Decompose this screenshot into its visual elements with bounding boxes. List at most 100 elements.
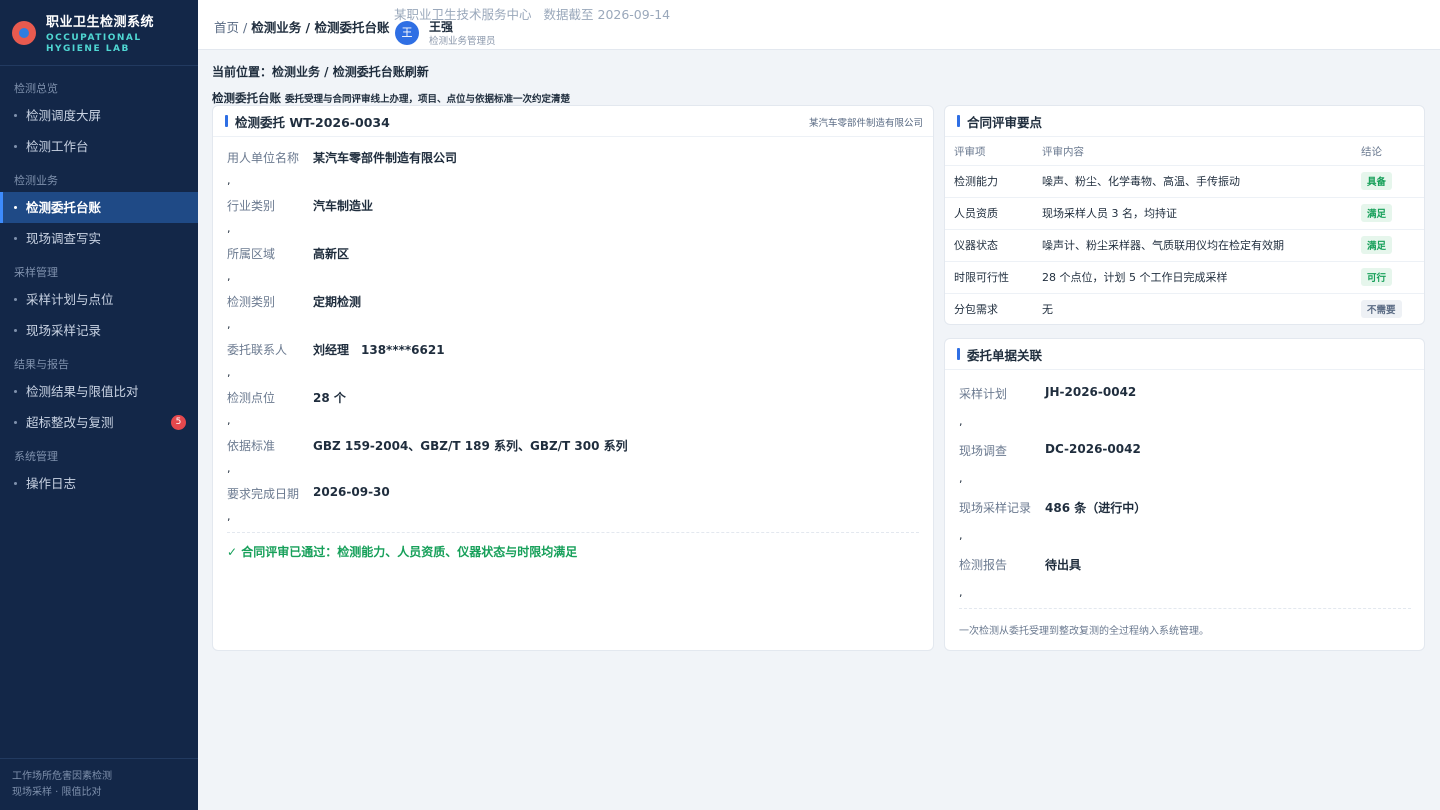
review-result-cell: 满足 [1352,197,1424,230]
review-item: 仪器状态 [945,229,1033,262]
field-separator: , [959,472,963,485]
review-content: 28 个点位，计划 5 个工作日完成采样 [1033,261,1352,294]
bullet-icon [14,114,17,117]
review-item: 检测能力 [945,165,1033,198]
breadcrumb: 首页 / 检测业务 / 检测委托台账 [214,17,389,36]
linked-docs-note: 一次检测从委托受理到整改复测的全过程纳入系统管理。 [959,626,1209,637]
review-content: 现场采样人员 3 名，均持证 [1033,197,1352,230]
sidebar-item-label: 现场采样记录 [26,323,102,338]
bullet-icon [14,482,17,485]
status-badge: 可行 [1361,268,1393,286]
notification-badge: 5 [171,415,186,430]
entrust-card-header: 检测委托 WT-2026-0034 某汽车零部件制造有限公司 [213,106,933,137]
table-row: 仪器状态 噪声计、粉尘采样器、气质联用仪均在检定有效期 满足 [945,229,1424,262]
sidebar-item-sampling-records[interactable]: 现场采样记录 [0,315,198,346]
bullet-icon [14,329,17,332]
sidebar-item-label: 采样计划与点位 [26,292,114,307]
title-bar-icon [957,115,960,127]
brand-logo-icon [12,20,36,45]
field-separator: , [227,174,231,187]
field-label: 检测类别 [227,295,276,309]
linked-docs-card: 委托单据关联 采样计划 JH-2026-0042 , 现场调查 DC-2026-00… [944,338,1425,651]
field-value: 高新区 [313,247,350,261]
link-label: 现场调查 [959,444,1008,458]
sidebar-footer: 工作场所危害因素检测 现场采样 · 限值比对 [0,758,198,810]
review-item: 人员资质 [945,197,1033,230]
field-separator: , [227,270,231,283]
review-item: 分包需求 [954,303,998,317]
table-row: 检测能力 噪声、粉尘、化学毒物、高温、手传振动 具备 [945,165,1424,198]
review-table: 评审项 评审内容 结论 检测能力 噪声、粉尘、化学毒物、高温、手传振动 具备 人… [945,138,1424,325]
title-bar-icon [225,115,228,127]
brand-sub-line-2: HYGIENE LAB [46,43,130,54]
bullet-icon [14,390,17,393]
sidebar-item-rectify-retest[interactable]: 超标整改与复测 5 [0,407,198,438]
table-header-row: 评审项 评审内容 结论 [945,138,1424,166]
breadcrumb-separator: / [243,20,248,35]
review-card-header: 合同评审要点 [945,106,1424,137]
field-label: 委托联系人 [227,343,288,357]
link-value: DC-2026-0042 [1045,442,1141,456]
table-row: 人员资质 现场采样人员 3 名，均持证 满足 [945,197,1424,230]
field-separator: , [227,318,231,331]
field-separator: , [959,529,963,542]
brand: 职业卫生检测系统 OCCUPATIONAL HYGIENE LAB [0,0,198,66]
review-item: 时限可行性 [945,261,1033,294]
bullet-icon [14,145,17,148]
field-value: 刘经理 138****6621 [313,343,445,357]
sidebar-item-op-log[interactable]: 操作日志 [0,468,198,499]
bullet-icon [14,298,17,301]
brand-sub-line-1: OCCUPATIONAL [46,32,142,43]
review-result-cell: 具备 [1352,165,1424,198]
field-label: 要求完成日期 [227,487,300,501]
title-bar-icon [957,348,960,360]
link-label: 现场采样记录 [959,501,1032,515]
sidebar-item-sampling-plan[interactable]: 采样计划与点位 [0,284,198,315]
field-label: 检测点位 [227,391,276,405]
data-date: 数据截至 2026-09-14 [543,7,671,22]
sidebar-item-label: 检测工作台 [26,139,89,154]
field-separator: , [959,415,963,428]
field-value: 汽车制造业 [313,199,374,213]
status-badge: 满足 [1361,236,1393,254]
field-label: 用人单位名称 [227,151,300,165]
sidebar-footer-line-2: 现场采样 · 限值比对 [12,787,102,798]
entrust-card: 检测委托 WT-2026-0034 某汽车零部件制造有限公司 用人单位名称 某汽车… [212,105,934,651]
page-title-desc: 委托受理与合同评审线上办理，项目、点位与依据标准一次约定清楚 [285,94,571,105]
divider [227,532,919,533]
field-separator: , [227,366,231,379]
column-header: 结论 [1352,138,1424,166]
breadcrumb-current: 检测业务 / 检测委托台账 [251,20,390,35]
field-value: 28 个 [313,391,346,405]
table-row: 时限可行性 28 个点位，计划 5 个工作日完成采样 可行 [945,261,1424,294]
page-title-text: 检测委托台账 [212,91,281,105]
sidebar-item-workbench[interactable]: 检测工作台 [0,131,198,162]
status-badge: 不需要 [1361,300,1402,319]
sidebar-item-label: 检测委托台账 [26,200,102,215]
bullet-icon [14,206,17,209]
breadcrumb-home[interactable]: 首页 [214,20,239,35]
sidebar-item-entrust-ledger[interactable]: 检测委托台账 [0,192,198,223]
brand-text: 职业卫生检测系统 OCCUPATIONAL HYGIENE LAB [46,11,154,55]
sidebar-item-limit-compare[interactable]: 检测结果与限值比对 [0,376,198,407]
sidebar-item-label: 现场调查写实 [26,231,102,246]
sidebar-item-dispatch-screen[interactable]: 检测调度大屏 [0,100,198,131]
column-header: 评审项 [945,138,1033,166]
status-badge: 具备 [1361,172,1393,190]
field-separator: , [227,222,231,235]
top-header: 首页 / 检测业务 / 检测委托台账 某职业卫生技术服务中心 数据截至 2026-… [198,0,1440,50]
field-separator: , [959,586,963,599]
field-value: 2026-09-30 [313,485,390,499]
sidebar-item-site-survey[interactable]: 现场调查写实 [0,223,198,254]
review-content: 噪声、粉尘、化学毒物、高温、手传振动 [1033,165,1352,198]
nav-group-sampling: 采样管理 [14,266,58,279]
sidebar-item-label: 检测结果与限值比对 [26,384,139,399]
entrust-company-tag: 某汽车零部件制造有限公司 [808,118,923,129]
link-value: JH-2026-0042 [1045,385,1137,399]
linked-docs-title: 委托单据关联 [967,347,1043,363]
sidebar-footer-line-1: 工作场所危害因素检测 [12,771,112,782]
review-content: 噪声计、粉尘采样器、气质联用仪均在检定有效期 [1033,229,1352,262]
avatar[interactable]: 王 [395,21,419,45]
review-pass-status: ✓ 合同评审已通过：检测能力、人员资质、仪器状态与时限均满足 [227,545,578,559]
org-name: 某职业卫生技术服务中心 [394,7,532,22]
